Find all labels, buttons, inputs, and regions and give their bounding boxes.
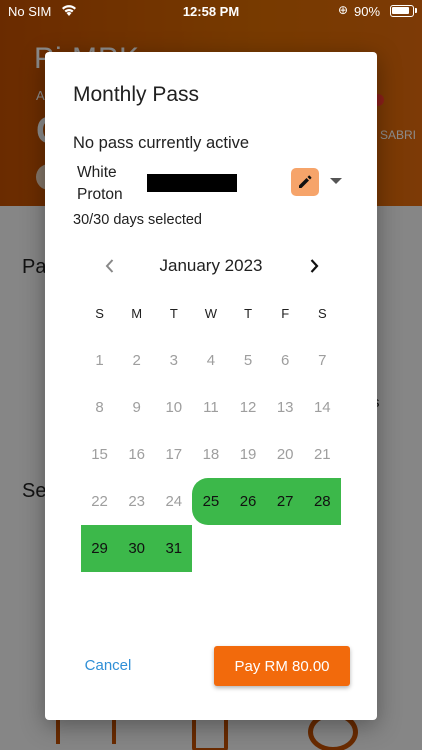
calendar-day[interactable]: 20 (267, 431, 304, 478)
calendar-day[interactable]: 2 (118, 337, 155, 384)
calendar-day-selected[interactable]: 27 (267, 478, 304, 525)
calendar-day[interactable]: 3 (155, 337, 192, 384)
calendar-day-selected[interactable]: 31 (155, 525, 192, 572)
calendar-day[interactable]: 15 (81, 431, 118, 478)
days-selected-count: 30/30 days selected (73, 212, 202, 228)
calendar-day[interactable]: 13 (267, 384, 304, 431)
calendar-day[interactable]: 8 (81, 384, 118, 431)
calendar-day[interactable]: 6 (267, 337, 304, 384)
weekday-header: S M T W T F S (81, 306, 341, 324)
calendar-day-selected[interactable]: 25 (192, 478, 229, 525)
monthly-pass-dialog: Monthly Pass No pass currently active Wh… (45, 52, 377, 720)
calendar-day[interactable]: 12 (230, 384, 267, 431)
calendar-week-row: 22 23 24 25 26 27 28 (81, 478, 341, 525)
month-label: January 2023 (159, 256, 263, 275)
pencil-icon (299, 175, 312, 188)
weekday-label: S (95, 306, 104, 321)
status-bar: No SIM 12:58 PM ⊕ 90% (0, 0, 422, 24)
calendar-day[interactable]: 17 (155, 431, 192, 478)
calendar-day[interactable]: 14 (304, 384, 341, 431)
rotation-lock-icon: ⊕ (338, 3, 349, 17)
calendar-week-row: 8 9 10 11 12 13 14 (81, 384, 341, 431)
calendar-day-selected[interactable]: 28 (304, 478, 341, 525)
caret-down-icon[interactable] (330, 178, 342, 184)
weekday-label: S (317, 306, 327, 321)
pass-status-text: No pass currently active (73, 134, 250, 152)
pay-button[interactable]: Pay RM 80.00 (214, 646, 350, 686)
plate-number-redacted (147, 174, 237, 192)
weekday-label: W (204, 306, 218, 321)
calendar-day[interactable]: 4 (192, 337, 229, 384)
calendar-grid: 1 2 3 4 5 6 7 8 9 10 11 12 13 14 15 16 17 18 19 20 21 22 23 24 2… (81, 337, 341, 572)
weekday-label: F (281, 306, 290, 321)
calendar-day[interactable]: 11 (192, 384, 229, 431)
weekday-label: M (131, 306, 143, 321)
battery-icon (390, 5, 417, 17)
calendar-day[interactable]: 21 (304, 431, 341, 478)
calendar-day[interactable]: 19 (230, 431, 267, 478)
edit-vehicle-button[interactable] (291, 168, 319, 196)
calendar-week-row: 29 30 31 (81, 525, 341, 572)
calendar-day[interactable]: 9 (118, 384, 155, 431)
battery-percent: 90% (354, 4, 381, 19)
cancel-button[interactable]: Cancel (73, 647, 143, 683)
calendar-day[interactable]: 18 (192, 431, 229, 478)
weekday-label: T (244, 306, 253, 321)
calendar-day[interactable]: 16 (118, 431, 155, 478)
calendar-day[interactable]: 10 (155, 384, 192, 431)
chevron-right-icon[interactable] (305, 256, 323, 276)
calendar-day[interactable]: 7 (304, 337, 341, 384)
calendar-day[interactable]: 1 (81, 337, 118, 384)
calendar-day-selected[interactable]: 26 (230, 478, 267, 525)
vehicle-name: White Proton (77, 164, 123, 203)
calendar-day[interactable]: 23 (118, 478, 155, 525)
dialog-title: Monthly Pass (73, 83, 200, 106)
calendar-day[interactable]: 22 (81, 478, 118, 525)
weekday-label: T (169, 306, 178, 321)
calendar-week-row: 1234567 (81, 337, 341, 384)
calendar-day[interactable]: 5 (230, 337, 267, 384)
calendar-day-selected[interactable]: 29 (81, 525, 118, 572)
month-navigation: January 2023 (45, 252, 377, 280)
calendar-week-row: 15 16 17 18 19 20 21 (81, 431, 341, 478)
calendar-day-selected[interactable]: 30 (118, 525, 155, 572)
vehicle-selector[interactable]: White Proton (73, 160, 363, 206)
calendar-day[interactable]: 24 (155, 478, 192, 525)
